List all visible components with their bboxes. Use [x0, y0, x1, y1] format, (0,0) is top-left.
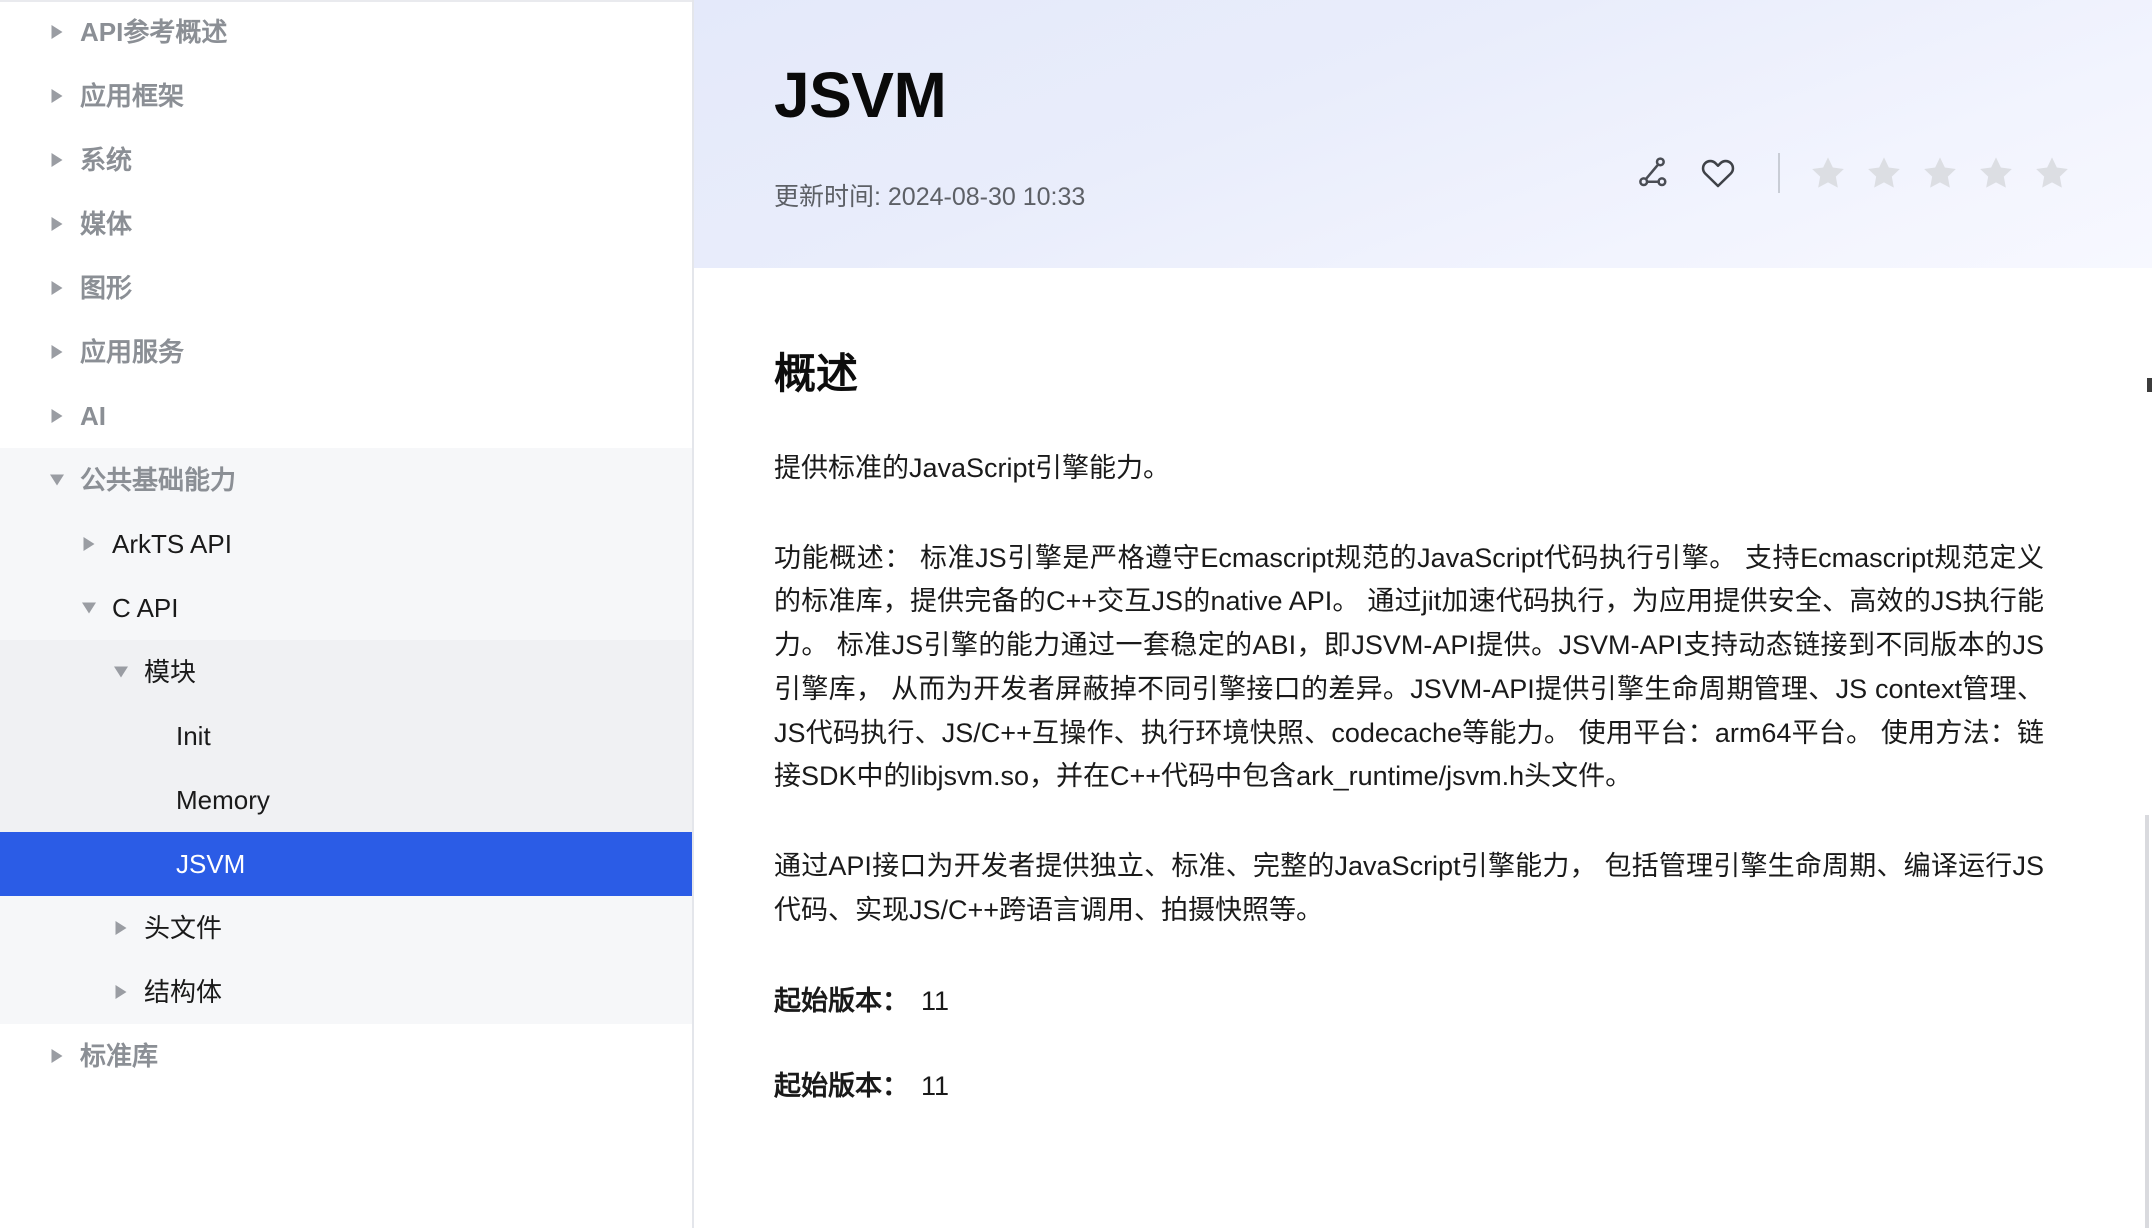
sidebar-item-label: 应用框架 — [80, 81, 185, 111]
sidebar-item-系统[interactable]: 系统 — [0, 128, 692, 192]
main-content: JSVM 更新时间: 2024-08-30 10:33 概述 提供标准的Java… — [694, 0, 2152, 1228]
chevron-right-icon[interactable] — [78, 533, 100, 555]
sidebar-item-头文件[interactable]: 头文件 — [0, 896, 692, 960]
version-row: 起始版本： 11 — [774, 1064, 2072, 1103]
sidebar-item-label: JSVM — [176, 849, 246, 879]
sidebar-item-label: Memory — [176, 785, 270, 815]
header-actions — [1622, 150, 2072, 196]
sidebar-item-label: 媒体 — [80, 209, 133, 239]
sidebar-item-应用服务[interactable]: 应用服务 — [0, 320, 692, 384]
sidebar-item-label: 应用服务 — [80, 337, 185, 367]
chevron-down-icon[interactable] — [78, 597, 100, 619]
chevron-right-icon[interactable] — [110, 981, 132, 1003]
chevron-right-icon[interactable] — [46, 1045, 68, 1067]
article-body: 概述 提供标准的JavaScript引擎能力。 功能概述： 标准JS引擎是严格遵… — [694, 268, 2152, 1103]
page-title: JSVM — [774, 59, 947, 131]
updated-time: 更新时间: 2024-08-30 10:33 — [774, 183, 1086, 212]
rating-stars[interactable] — [1808, 153, 2072, 193]
sidebar-item-memory[interactable]: Memory — [0, 768, 692, 832]
chevron-right-icon[interactable] — [46, 85, 68, 107]
overview-lead-paragraph: 提供标准的JavaScript引擎能力。 — [774, 453, 1171, 483]
page-header: JSVM 更新时间: 2024-08-30 10:33 — [694, 0, 2152, 268]
rating-star-3[interactable] — [1920, 153, 1960, 193]
sidebar-item-label: ArkTS API — [112, 529, 232, 559]
chevron-right-icon[interactable] — [46, 213, 68, 235]
heart-icon[interactable] — [1686, 150, 1750, 196]
actions-divider — [1778, 153, 1780, 193]
chevron-right-icon[interactable] — [46, 149, 68, 171]
section-heading-overview: 概述 — [774, 350, 859, 397]
rating-star-4[interactable] — [1976, 153, 2016, 193]
sidebar-item-arkts-api[interactable]: ArkTS API — [0, 512, 692, 576]
sidebar-item-ai[interactable]: AI — [0, 384, 692, 448]
sidebar-item-图形[interactable]: 图形 — [0, 256, 692, 320]
sidebar-item-init[interactable]: Init — [0, 704, 692, 768]
overview-paragraph-1: 功能概述： 标准JS引擎是严格遵守Ecmascript规范的JavaScript… — [774, 542, 2044, 792]
sidebar-item-list: API参考概述 应用框架系统媒体图形应用服务 AI 公共基础能力 ArkTS API C … — [0, 0, 692, 1088]
sidebar-item-公共基础能力[interactable]: 公共基础能力 — [0, 448, 692, 512]
rating-star-5[interactable] — [2032, 153, 2072, 193]
version-label: 起始版本： — [774, 985, 909, 1016]
sidebar-item-label: 图形 — [80, 273, 133, 303]
sidebar-item-label: 标准库 — [80, 1041, 159, 1071]
version-value: 11 — [921, 985, 950, 1016]
sidebar-top-divider — [0, 0, 692, 2]
sidebar-item-label: Init — [176, 721, 211, 751]
sidebar-item-jsvm[interactable]: JSVM — [0, 832, 692, 896]
chevron-down-icon[interactable] — [110, 661, 132, 683]
sidebar-item-label: AI — [80, 401, 106, 431]
rating-star-1[interactable] — [1808, 153, 1848, 193]
version-list: 起始版本： 11 起始版本： 11 — [774, 979, 2072, 1103]
chevron-right-icon[interactable] — [46, 405, 68, 427]
sidebar-item-模块[interactable]: 模块 — [0, 640, 692, 704]
content-scrollbar[interactable] — [2145, 815, 2149, 1228]
share-icon[interactable] — [1622, 150, 1686, 196]
sidebar-item-媒体[interactable]: 媒体 — [0, 192, 692, 256]
chevron-right-icon[interactable] — [46, 277, 68, 299]
sidebar-item-label: C API — [112, 593, 179, 623]
chevron-right-icon[interactable] — [110, 917, 132, 939]
chevron-down-icon[interactable] — [46, 469, 68, 491]
sidebar-item-c-api[interactable]: C API — [0, 576, 692, 640]
sidebar-item-label: 公共基础能力 — [80, 465, 237, 495]
sidebar-item-label: 系统 — [80, 145, 133, 175]
sidebar-item-label: API参考概述 — [80, 17, 228, 47]
sidebar-item-api参考概述[interactable]: API参考概述 — [0, 0, 692, 64]
overview-paragraph-2: 通过API接口为开发者提供独立、标准、完整的JavaScript引擎能力， 包括… — [774, 851, 2044, 925]
sidebar-item-label: 结构体 — [144, 977, 223, 1007]
version-row: 起始版本： 11 — [774, 979, 2072, 1018]
chevron-right-icon[interactable] — [46, 341, 68, 363]
sidebar-item-label: 头文件 — [144, 913, 223, 943]
app-root: API参考概述 应用框架系统媒体图形应用服务 AI 公共基础能力 ArkTS API C … — [0, 0, 2152, 1228]
sidebar-item-标准库[interactable]: 标准库 — [0, 1024, 692, 1088]
rating-star-2[interactable] — [1864, 153, 1904, 193]
sidebar-item-应用框架[interactable]: 应用框架 — [0, 64, 692, 128]
version-value: 11 — [921, 1070, 950, 1101]
sidebar-item-结构体[interactable]: 结构体 — [0, 960, 692, 1024]
right-edge-marker — [2147, 378, 2152, 392]
sidebar-navigation[interactable]: API参考概述 应用框架系统媒体图形应用服务 AI 公共基础能力 ArkTS API C … — [0, 0, 694, 1228]
sidebar-item-label: 模块 — [144, 657, 197, 687]
chevron-right-icon[interactable] — [46, 21, 68, 43]
version-label: 起始版本： — [774, 1070, 909, 1101]
